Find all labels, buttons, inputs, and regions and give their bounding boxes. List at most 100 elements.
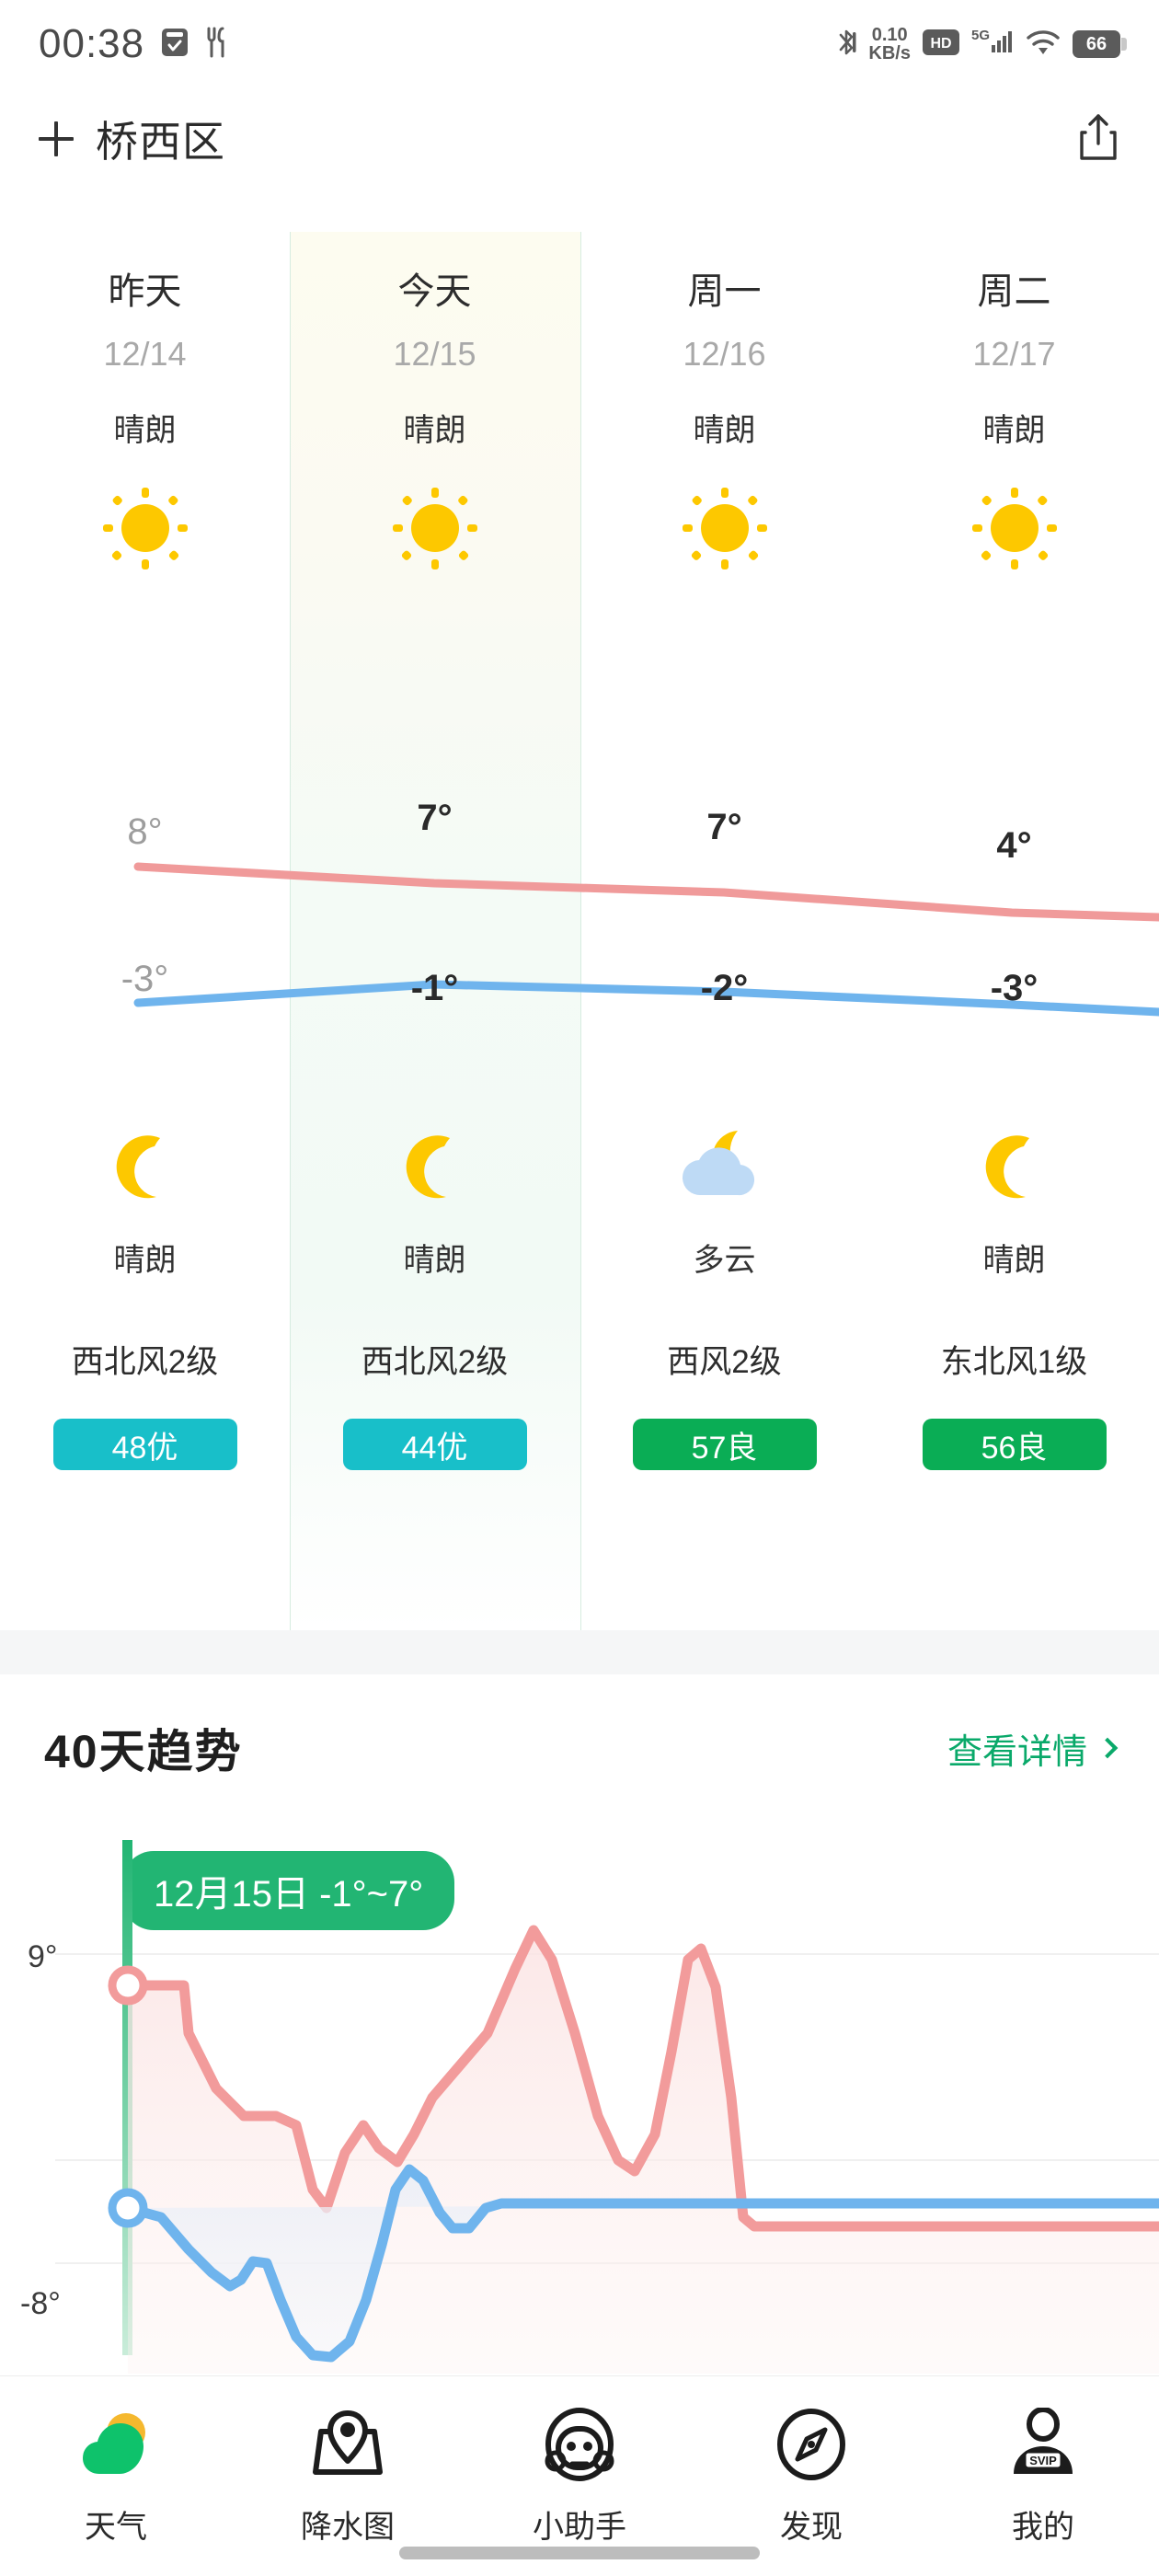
battery-icon: 66 <box>1073 30 1127 58</box>
day-date: 12/14 <box>103 335 187 373</box>
temp-low: -1° <box>410 968 459 1008</box>
day-date: 12/17 <box>972 335 1056 373</box>
status-badge: 48优 <box>52 1419 237 1470</box>
status-bar-clock: 00:38 <box>39 21 145 66</box>
trend-chart[interactable]: 12月15日 -1°~7° 9° -8° <box>0 1822 1159 2374</box>
tab-discover[interactable]: 发现 <box>695 2402 927 2547</box>
hd-icon: HD <box>923 29 959 60</box>
tab-weather[interactable]: 天气 <box>0 2402 232 2547</box>
forecast-day-column[interactable]: 今天 12/15 晴朗 7° -1° 晴朗 西北风2级 44优 <box>290 232 581 1630</box>
city-name[interactable]: 桥西区 <box>96 109 225 169</box>
restaurant-icon <box>205 27 229 63</box>
home-indicator <box>399 2547 760 2559</box>
temp-low: -3° <box>120 959 169 999</box>
trend-section: 40天趋势 查看详情 12月15日 -1°~7° 9° -8° <box>0 1674 1159 2374</box>
tab-profile[interactable]: SVIP 我的 <box>927 2402 1159 2547</box>
day-date: 12/16 <box>683 335 766 373</box>
view-details-link[interactable]: 查看详情 <box>947 1723 1119 1774</box>
day-name: 昨天 <box>108 271 182 312</box>
bluetooth-icon <box>836 27 856 63</box>
temp-high: 7° <box>706 807 742 847</box>
sun-icon <box>677 476 773 577</box>
svip-profile-icon: SVIP <box>1005 2402 1081 2487</box>
tab-label: 降水图 <box>301 2510 395 2545</box>
day-name: 周二 <box>977 271 1051 312</box>
forecast-day-column[interactable]: 昨天 12/14 晴朗 8° -3° 晴朗 西北风2级 48优 <box>0 232 290 1630</box>
wind-info: 西风2级 <box>667 1344 782 1380</box>
aqi-badge-row: 57良 <box>580 1419 869 1470</box>
page-title: 40天趋势 <box>44 1726 243 1777</box>
tab-label: 小助手 <box>533 2510 626 2545</box>
header-location-group[interactable]: 桥西区 <box>39 109 225 169</box>
day-name: 今天 <box>397 271 472 312</box>
assistant-robot-icon <box>542 2402 617 2487</box>
day-condition: 晴朗 <box>982 413 1046 448</box>
status-badge: 56良 <box>922 1419 1107 1470</box>
notes-icon <box>161 28 189 62</box>
forecast-day-column[interactable]: 周二 12/17 晴朗 4° -3° 晴朗 东北风1级 56良 <box>869 232 1159 1630</box>
weather-cloud-sun-icon <box>75 2402 156 2487</box>
status-badge: 57良 <box>632 1419 817 1470</box>
svg-text:HD: HD <box>930 36 951 52</box>
wifi-icon <box>1026 29 1061 61</box>
bottom-navigation: 天气 降水图 小助手 发现 SVIP 我的 <box>0 2375 1159 2576</box>
svg-text:5G: 5G <box>971 28 990 43</box>
trend-header: 40天趋势 查看详情 <box>0 1674 1159 1822</box>
view-details-label: 查看详情 <box>947 1732 1087 1772</box>
day-name: 周一 <box>687 271 762 312</box>
tab-precipitation-map[interactable]: 降水图 <box>232 2402 464 2547</box>
aqi-badge-row: 44优 <box>290 1419 580 1470</box>
tab-label: 我的 <box>1012 2510 1074 2545</box>
sun-icon <box>387 476 483 577</box>
aqi-badge-row: 48优 <box>0 1419 290 1470</box>
network-speed: 0.10 KB/s <box>868 24 911 63</box>
battery-level: 66 <box>1085 33 1107 54</box>
status-badge: 44优 <box>342 1419 527 1470</box>
svg-text:SVIP: SVIP <box>1029 2454 1057 2467</box>
aqi-badge-row: 56良 <box>869 1419 1159 1470</box>
tab-assistant[interactable]: 小助手 <box>464 2402 695 2547</box>
cloudy-night-icon <box>580 1115 869 1216</box>
signal-5g-icon: 5G <box>971 27 1014 63</box>
temp-low: -2° <box>700 968 749 1008</box>
night-condition: 晴朗 <box>403 1243 466 1278</box>
wind-info: 西北风2级 <box>71 1344 219 1380</box>
temp-high: 8° <box>127 811 163 852</box>
wind-info: 东北风1级 <box>940 1344 1088 1380</box>
sun-icon <box>98 476 193 577</box>
temp-high: 7° <box>417 798 453 838</box>
app-screen: 00:38 0.10 KB/s HD 5G 66 桥西区 昨天 12/14 晴朗… <box>0 0 1159 2576</box>
moon-icon <box>869 1115 1159 1216</box>
night-condition: 晴朗 <box>982 1243 1046 1278</box>
wind-info: 西北风2级 <box>361 1344 509 1380</box>
trend-line-chart <box>55 1840 1159 2374</box>
moon-icon <box>290 1115 580 1216</box>
day-date: 12/15 <box>393 335 476 373</box>
status-bar-left: 00:38 <box>39 21 229 67</box>
map-pin-icon <box>310 2402 385 2487</box>
temp-low: -3° <box>990 968 1039 1008</box>
network-speed-value: 0.10 <box>871 24 908 45</box>
forecast-section: 昨天 12/14 晴朗 8° -3° 晴朗 西北风2级 48优 今天 12/15… <box>0 232 1159 1630</box>
share-icon[interactable] <box>1076 112 1120 167</box>
plus-icon[interactable] <box>39 121 74 156</box>
status-bar-right: 0.10 KB/s HD 5G 66 <box>836 24 1127 63</box>
forecast-columns: 昨天 12/14 晴朗 8° -3° 晴朗 西北风2级 48优 今天 12/15… <box>0 232 1159 1630</box>
temp-high: 4° <box>996 825 1032 866</box>
forecast-day-column[interactable]: 周一 12/16 晴朗 7° -2° 多云 西风2级 57良 <box>580 232 869 1630</box>
compass-icon <box>774 2402 849 2487</box>
night-condition: 多云 <box>693 1243 756 1278</box>
tab-label: 天气 <box>85 2510 147 2545</box>
section-divider <box>0 1630 1159 1674</box>
day-condition: 晴朗 <box>403 413 466 448</box>
moon-icon <box>0 1115 290 1216</box>
network-speed-unit: KB/s <box>868 43 911 63</box>
day-condition: 晴朗 <box>693 413 756 448</box>
high-temp-marker <box>108 1965 148 2006</box>
tab-label: 发现 <box>780 2510 843 2545</box>
chevron-right-icon <box>1096 1737 1119 1759</box>
app-header: 桥西区 <box>0 88 1159 190</box>
status-bar: 00:38 0.10 KB/s HD 5G 66 <box>0 0 1159 88</box>
low-temp-marker <box>108 2188 148 2228</box>
sun-icon <box>967 476 1062 577</box>
